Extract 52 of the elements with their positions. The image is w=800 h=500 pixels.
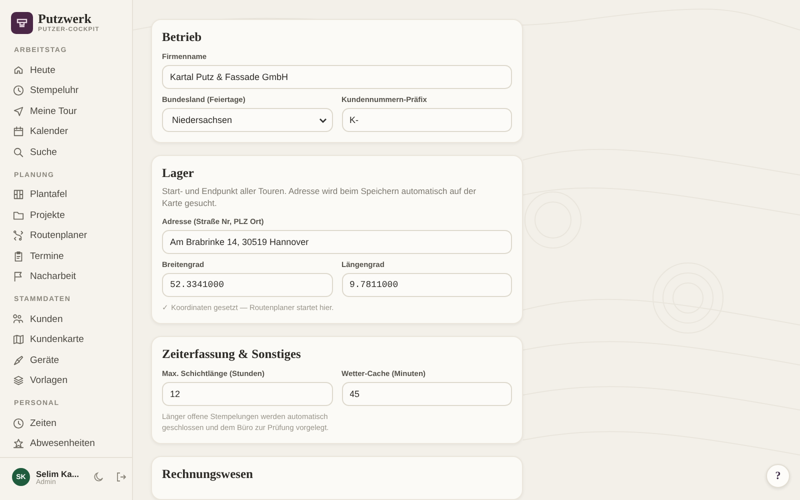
nav-item[interactable]: Kunden xyxy=(0,309,132,330)
input-field[interactable]: 52.3341000 xyxy=(162,273,332,297)
state-select[interactable]: Niedersachsen xyxy=(162,108,332,132)
nav-item[interactable]: Stempeluhr xyxy=(0,80,132,101)
nav-icon xyxy=(13,271,24,282)
nav-item[interactable]: Zeiten xyxy=(0,413,132,434)
nav-icon xyxy=(13,189,24,200)
nav-item[interactable]: Termine xyxy=(0,246,132,266)
nav-item[interactable]: Kalender xyxy=(0,122,132,142)
nav-icon xyxy=(13,250,24,262)
logo-icon xyxy=(11,12,33,34)
nav-item[interactable]: Abwesenheiten xyxy=(0,434,132,454)
app-name: Putzwerk xyxy=(38,12,92,26)
logout-icon[interactable] xyxy=(116,472,126,482)
card-description: Start- und Endpunkt aller Touren. Adresse wird beim Speichern automatisch auf der Karte gesucht. xyxy=(162,186,478,209)
nav-item[interactable]: Plantafel xyxy=(0,184,132,205)
chevron-icon xyxy=(318,118,326,122)
nav-item[interactable]: Kundenkarte xyxy=(0,330,132,350)
nav-icon xyxy=(13,210,24,221)
nav-item[interactable]: Vorlagen xyxy=(0,370,132,391)
nav-icon xyxy=(13,146,24,158)
card-title: Lager xyxy=(162,166,195,181)
input-field[interactable]: Kartal Putz & Fassade GmbH xyxy=(162,65,512,89)
nav-icon xyxy=(13,438,24,450)
nav-icon xyxy=(13,375,24,386)
nav-item[interactable]: Projekte xyxy=(0,205,132,226)
card-title: Zeiterfassung & Sonstiges xyxy=(162,347,302,362)
moon-icon[interactable] xyxy=(94,472,104,482)
nav-item[interactable]: Meine Tour xyxy=(0,101,132,122)
nav-icon xyxy=(13,85,24,96)
nav-icon xyxy=(13,106,24,117)
user-name: Selim Ka... xyxy=(36,468,80,478)
nav-item[interactable]: Heute xyxy=(0,60,132,80)
nav-item[interactable]: Routenplaner xyxy=(0,226,132,246)
input-field[interactable]: 9.7811000 xyxy=(342,273,512,297)
nav-item[interactable]: Nacharbeit xyxy=(0,266,132,287)
nav-icon xyxy=(13,314,24,325)
nav-item[interactable]: Geräte xyxy=(0,350,132,370)
nav-icon xyxy=(13,64,24,76)
card-title: Betrieb xyxy=(162,30,203,45)
help-button[interactable]: ? xyxy=(766,464,790,488)
nav-icon xyxy=(13,334,24,346)
nav-icon xyxy=(13,418,24,429)
nav-icon xyxy=(13,230,24,242)
card-title: Rechnungswesen xyxy=(162,467,254,482)
input-field[interactable]: 12 xyxy=(162,382,332,406)
nav-icon xyxy=(13,126,24,138)
input-field[interactable]: K- xyxy=(342,108,512,132)
input-field[interactable]: 45 xyxy=(342,382,512,406)
nav-item[interactable]: Suche xyxy=(0,142,132,162)
nav-icon xyxy=(13,354,24,366)
input-field[interactable]: Am Brabrinke 14, 30519 Hannover xyxy=(162,230,512,254)
